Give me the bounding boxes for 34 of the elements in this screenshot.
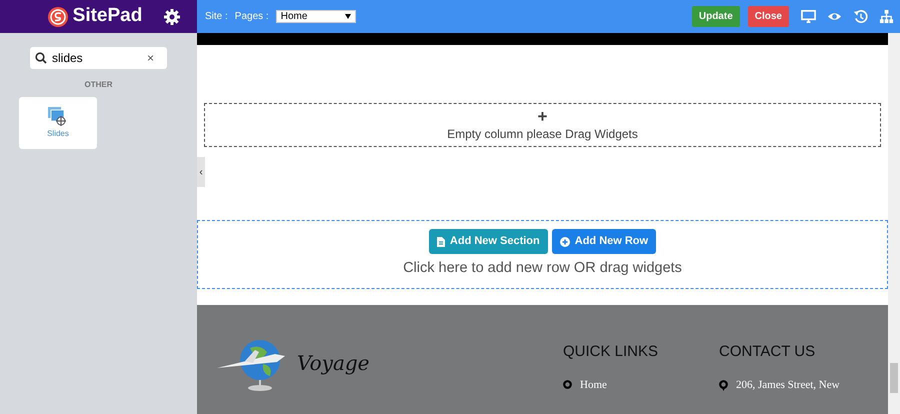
sitemap-icon[interactable]	[879, 9, 894, 24]
empty-column[interactable]: + Empty column please Drag Widgets	[204, 103, 881, 147]
caret-icon	[344, 14, 351, 19]
site-label: Site :	[205, 10, 228, 24]
update-button[interactable]: Update	[692, 6, 740, 27]
clear-button[interactable]: ×	[147, 52, 154, 64]
logo-text: Voyage	[297, 350, 370, 377]
footer-heading: QUICK LINKS	[563, 342, 660, 362]
plus-sign: +	[538, 108, 548, 124]
settings-icon[interactable]	[164, 8, 180, 24]
search-field[interactable]: slides ×	[30, 47, 167, 69]
close-button[interactable]: Close	[748, 6, 789, 27]
add-row-area[interactable]: Add New Section Add New Row Click here to add new row OR drag widgets	[197, 220, 888, 289]
group-heading: OTHER	[84, 79, 112, 91]
bullet-icon	[563, 380, 572, 388]
pages-label: Pages :	[234, 10, 269, 24]
address-text: 206, James Street, New	[736, 380, 840, 390]
footer-heading: CONTACT US	[719, 342, 816, 362]
collapse-tab[interactable]: ‹	[197, 157, 205, 187]
history-icon[interactable]	[853, 9, 868, 24]
add-row-button[interactable]: Add New Row	[552, 229, 656, 254]
footer-link[interactable]: Home	[580, 380, 607, 390]
desktop-icon[interactable]	[801, 9, 816, 24]
plus-circle-icon	[560, 236, 570, 247]
logo-icon	[46, 6, 69, 28]
widget-label: Slides	[47, 128, 69, 140]
search-icon	[35, 52, 47, 64]
location-icon	[719, 380, 728, 390]
logo-text: SitePad	[72, 4, 142, 28]
page-select[interactable]: Home	[276, 10, 356, 23]
slides-icon	[47, 106, 69, 128]
add-row-hint: Click here to add new row OR drag widgets	[403, 258, 682, 278]
empty-column-text: Empty column please Drag Widgets	[447, 126, 638, 142]
document-icon	[436, 236, 445, 247]
